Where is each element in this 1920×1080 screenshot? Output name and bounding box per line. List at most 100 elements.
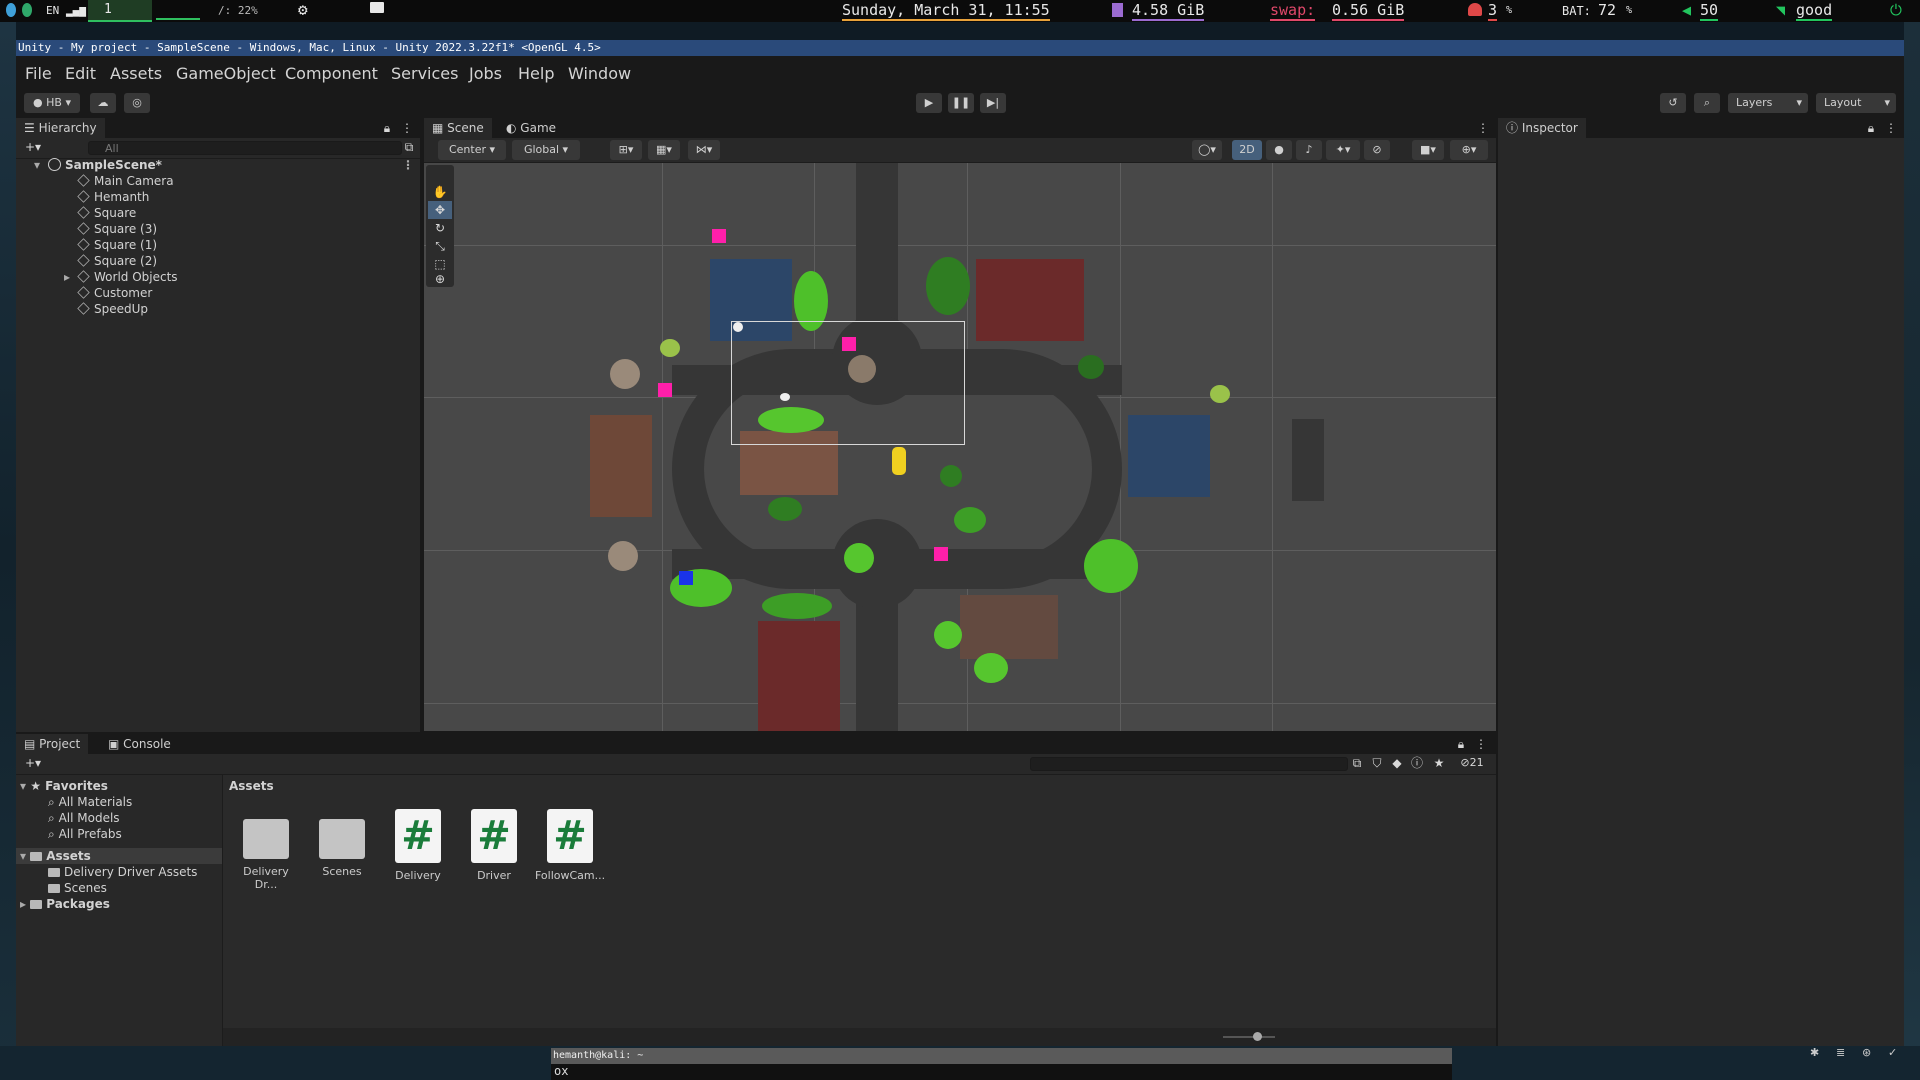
tab-scene[interactable]: ▦ Scene bbox=[424, 118, 492, 138]
zoom-slider-thumb[interactable] bbox=[1253, 1032, 1262, 1041]
camera-settings-icon[interactable]: ■▾ bbox=[1412, 140, 1444, 160]
hierarchy-item[interactable]: Customer bbox=[77, 286, 152, 300]
chevron-down-icon[interactable]: ▾ bbox=[20, 849, 26, 863]
favorite-item[interactable]: ⌕ All Materials bbox=[48, 795, 132, 810]
menu-window[interactable]: Window bbox=[568, 64, 631, 83]
package-marker[interactable] bbox=[658, 383, 672, 397]
hierarchy-item[interactable]: Square (1) bbox=[77, 238, 157, 252]
grid-snap-icon[interactable]: ⊞▾ bbox=[610, 140, 642, 160]
step-button[interactable]: ▶| bbox=[980, 93, 1006, 113]
tab-project[interactable]: ▤ Project bbox=[16, 734, 89, 754]
hierarchy-item[interactable]: SpeedUp bbox=[77, 302, 148, 316]
package-marker[interactable] bbox=[712, 229, 726, 243]
workspace-number[interactable]: 1 bbox=[104, 2, 112, 17]
cloud-icon[interactable]: ☁ bbox=[90, 93, 116, 113]
terminal-window[interactable]: hemanth@kali: ~ ox bbox=[551, 1048, 1452, 1080]
lock-icon[interactable]: 🔒︎ bbox=[1864, 118, 1878, 138]
search-by-label-icon[interactable]: ⛉ bbox=[1370, 753, 1384, 773]
tab-hierarchy[interactable]: ☰ Hierarchy bbox=[16, 118, 105, 138]
kebab-menu-icon[interactable]: ⋮ bbox=[1884, 118, 1898, 138]
search-icon[interactable]: ⌕ bbox=[1694, 93, 1720, 113]
search-by-type-icon[interactable]: ⧉ bbox=[1350, 753, 1364, 773]
keyboard-layout[interactable]: EN bbox=[46, 4, 59, 17]
wifi-icon[interactable]: ◥ bbox=[1776, 1, 1785, 19]
asset-tile[interactable]: # Driver bbox=[459, 809, 529, 882]
menu-services[interactable]: Services bbox=[391, 64, 458, 83]
assets-folder-row[interactable]: ▾ Assets bbox=[20, 849, 91, 863]
pivot-dropdown[interactable]: Center ▾ bbox=[438, 140, 506, 160]
history-icon[interactable]: ↺ bbox=[1660, 93, 1686, 113]
lock-icon[interactable]: 🔒︎ bbox=[1454, 734, 1468, 754]
rotate-tool-icon[interactable]: ↻ bbox=[428, 219, 452, 237]
folder-row[interactable]: Delivery Driver Assets bbox=[48, 865, 197, 879]
chevron-right-icon[interactable]: ▸ bbox=[20, 897, 26, 911]
hidden-packages-toggle[interactable]: ⊘21 bbox=[1452, 753, 1492, 773]
hierarchy-search-input[interactable]: All bbox=[88, 141, 402, 155]
kebab-menu-icon[interactable]: ⋮ bbox=[400, 118, 414, 138]
workspace-indicator[interactable] bbox=[88, 0, 152, 22]
hierarchy-item[interactable]: Square bbox=[77, 206, 136, 220]
layers-dropdown[interactable]: Layers ▾ bbox=[1728, 93, 1808, 113]
kebab-menu-icon[interactable]: ⋮ bbox=[1476, 118, 1490, 138]
player-car[interactable] bbox=[892, 447, 906, 475]
asset-tile[interactable]: # FollowCam... bbox=[535, 809, 605, 882]
hierarchy-scene-row[interactable]: ▾ SampleScene* ⋮ bbox=[34, 158, 414, 172]
menu-file[interactable]: File bbox=[25, 64, 52, 83]
shield-icon[interactable] bbox=[22, 3, 32, 17]
kebab-menu-icon[interactable]: ⋮ bbox=[402, 158, 414, 172]
lock-icon[interactable]: 🔒︎ bbox=[380, 118, 394, 138]
menu-jobs[interactable]: Jobs bbox=[469, 64, 502, 83]
tab-inspector[interactable]: ⓘ Inspector bbox=[1498, 118, 1586, 138]
debug-icon[interactable]: ✱ bbox=[1810, 1046, 1819, 1059]
gizmos-icon[interactable]: ⊕▾ bbox=[1450, 140, 1488, 160]
hierarchy-item[interactable]: Square (3) bbox=[77, 222, 157, 236]
menu-component[interactable]: Component bbox=[285, 64, 378, 83]
favorite-star-icon[interactable]: ★ bbox=[1432, 753, 1446, 773]
menu-assets[interactable]: Assets bbox=[110, 64, 162, 83]
hierarchy-item[interactable]: Hemanth bbox=[77, 190, 149, 204]
asset-tile[interactable]: Scenes bbox=[307, 809, 377, 878]
power-icon[interactable]: ⏻ bbox=[1890, 1, 1902, 19]
kebab-menu-icon[interactable]: ⋮ bbox=[1474, 734, 1488, 754]
favorite-item[interactable]: ⌕ All Prefabs bbox=[48, 827, 122, 842]
package-marker[interactable] bbox=[934, 547, 948, 561]
customer-marker[interactable] bbox=[679, 571, 693, 585]
hand-tool-icon[interactable]: ✋ bbox=[428, 183, 452, 201]
packages-folder-row[interactable]: ▸ Packages bbox=[20, 897, 110, 911]
tag-icon[interactable]: ◆ bbox=[1390, 753, 1404, 773]
toggle-2d-button[interactable]: 2D bbox=[1232, 140, 1262, 160]
os-logo-icon[interactable] bbox=[6, 3, 16, 17]
grid-visibility-icon[interactable]: ▦▾ bbox=[648, 140, 680, 160]
search-options-icon[interactable]: ⧉ bbox=[402, 137, 416, 157]
project-search-input[interactable] bbox=[1030, 757, 1348, 771]
zoom-slider-track[interactable] bbox=[1223, 1036, 1275, 1038]
increment-snap-icon[interactable]: ⋈▾ bbox=[688, 140, 720, 160]
layout-dropdown[interactable]: Layout ▾ bbox=[1816, 93, 1896, 113]
menu-help[interactable]: Help bbox=[518, 64, 554, 83]
favorites-row[interactable]: ▾ ★ Favorites bbox=[20, 779, 108, 793]
folder-icon[interactable] bbox=[370, 2, 384, 13]
asset-tile[interactable]: # Delivery bbox=[383, 809, 453, 882]
space-dropdown[interactable]: Global ▾ bbox=[512, 140, 580, 160]
menu-edit[interactable]: Edit bbox=[65, 64, 96, 83]
collab-icon[interactable]: ◎ bbox=[124, 93, 150, 113]
info-icon[interactable]: ⓘ bbox=[1410, 753, 1424, 773]
network-icon[interactable]: ⊛ bbox=[1862, 1046, 1871, 1059]
cache-icon[interactable]: ≣ bbox=[1836, 1046, 1845, 1059]
pause-button[interactable]: ❚❚ bbox=[948, 93, 974, 113]
chevron-down-icon[interactable]: ▾ bbox=[34, 158, 40, 172]
hierarchy-item[interactable]: ▸ World Objects bbox=[64, 270, 178, 284]
favorite-item[interactable]: ⌕ All Models bbox=[48, 811, 120, 826]
lighting-icon[interactable]: ● bbox=[1266, 140, 1292, 160]
breadcrumb[interactable]: Assets bbox=[229, 779, 274, 793]
hidden-objects-icon[interactable]: ⊘ bbox=[1364, 140, 1390, 160]
menu-gameobject[interactable]: GameObject bbox=[176, 64, 276, 83]
terminal-title[interactable]: hemanth@kali: ~ bbox=[551, 1048, 1452, 1064]
hierarchy-item[interactable]: Main Camera bbox=[77, 174, 174, 188]
volume-value[interactable]: 50 bbox=[1700, 1, 1719, 21]
add-button[interactable]: +▾ bbox=[20, 753, 46, 773]
tab-console[interactable]: ▣ Console bbox=[100, 734, 179, 754]
scale-tool-icon[interactable]: ⤡ bbox=[428, 237, 452, 255]
move-tool-icon[interactable]: ✥ bbox=[428, 201, 452, 219]
check-icon[interactable]: ✓ bbox=[1888, 1046, 1897, 1059]
